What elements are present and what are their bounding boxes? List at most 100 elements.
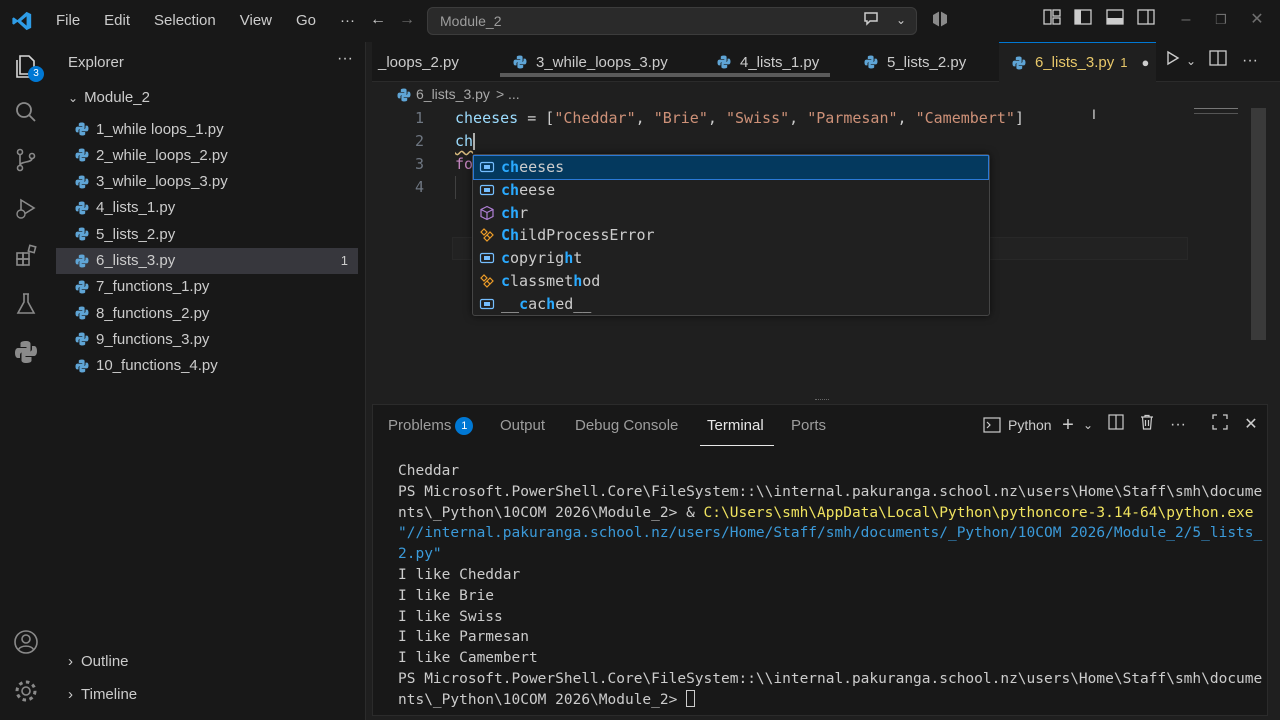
file-name: 4_lists_1.py [96,199,176,217]
indent-guide [455,176,456,199]
python-file-icon [512,54,528,70]
tab-debug-console[interactable]: Debug Console [575,417,678,434]
tab-lists-3[interactable]: 6_lists_3.py 1 ● [999,42,1156,82]
file-item[interactable]: 4_lists_1.py [56,195,358,221]
toggle-panel-icon[interactable] [1104,9,1126,31]
file-item[interactable]: 3_while_loops_3.py [56,169,358,195]
vscode-logo-icon [0,0,44,42]
unsaved-dot-icon[interactable]: ● [1141,55,1149,70]
file-item[interactable]: 1_while loops_1.py [56,116,358,142]
editor-scrollbar[interactable] [1251,108,1266,340]
file-item[interactable]: 2_while_loops_2.py [56,142,358,168]
terminal-line: nts\_Python\10COM 2026\Module_2> & C:\Us… [398,504,1254,521]
customize-layout-icon[interactable] [1041,9,1063,31]
line-number: 4 [414,178,424,196]
toggle-sidebar-icon[interactable] [1072,9,1094,31]
close-panel-icon[interactable]: ✕ [1240,414,1262,436]
line-number: 2 [414,132,424,150]
typed-token: ch [455,132,474,150]
search-icon[interactable] [0,88,52,136]
explorer-sidebar: Explorer ··· ⌄ Module_2 1_while loops_1.p… [52,42,366,720]
file-name: 9_functions_3.py [96,330,210,348]
variable-icon [479,298,495,309]
suggestion-item[interactable]: ch eese [474,179,988,202]
run-debug-icon[interactable] [0,184,52,232]
tab-scrollbar[interactable] [500,73,830,77]
menu-selection[interactable]: Selection [142,0,228,42]
testing-icon[interactable] [0,280,52,328]
restore-icon[interactable]: ❐ [1210,9,1232,31]
panel-more-icon[interactable]: ··· [1167,414,1189,436]
maximize-panel-icon[interactable] [1209,414,1231,436]
run-options-chevron-icon[interactable]: ⌄ [1180,50,1202,72]
file-item[interactable]: 9_functions_3.py [56,326,358,352]
editor-more-actions-icon[interactable]: ··· [1239,50,1261,72]
suggestion-item[interactable]: c lassmet h od [474,270,988,293]
file-item[interactable]: 7_functions_1.py [56,274,358,300]
file-item[interactable]: 10_functions_4.py [56,353,358,379]
python-icon[interactable] [0,328,52,376]
close-window-icon[interactable]: ✕ [1246,9,1268,31]
terminal-profile[interactable]: Python [983,417,1052,433]
menu-file[interactable]: File [44,0,92,42]
tab-ports[interactable]: Ports [791,417,826,434]
file-item[interactable]: 5_lists_2.py [56,221,358,247]
tab-problems[interactable]: Problems 1 [388,417,474,435]
terminal-line: I like Brie [398,587,495,604]
terminal-line: I like Swiss [398,608,503,625]
folder-header[interactable]: ⌄ Module_2 [68,89,150,106]
back-arrow-icon[interactable]: ← [367,9,389,31]
tab-output[interactable]: Output [500,417,545,434]
suggestion-item[interactable]: ch r [474,201,988,224]
python-file-icon [1011,55,1027,71]
chevron-right-icon: › [68,686,73,703]
python-file-icon [74,253,90,269]
file-item[interactable]: 6_lists_3.py 1 [56,247,358,274]
menu-edit[interactable]: Edit [92,0,142,42]
class-icon [480,273,494,288]
split-editor-icon[interactable] [1207,50,1229,72]
terminal-line: "//internal.pakuranga.school.nz/users/Ho… [398,525,1263,542]
tab-lists-2[interactable]: 5_lists_2.py [851,42,991,82]
command-center-search[interactable]: Module_2 [427,7,917,35]
terminal-dropdown-chevron-icon[interactable]: ⌄ [1077,414,1099,436]
text-ibeam-cursor-icon: I [1092,106,1096,122]
source-control-icon[interactable] [0,136,52,184]
file-problem-count: 1 [340,253,348,268]
suggestion-item[interactable]: ch eeses [473,155,989,180]
account-icon[interactable] [0,618,52,666]
extensions-icon[interactable] [0,232,52,280]
variable-token: cheeses [455,109,519,127]
breadcrumb: 6_lists_3.py > ... [396,86,520,102]
explorer-icon[interactable]: 3 [0,42,52,90]
terminal-icon [983,417,1001,433]
suggestion-item[interactable]: c opyrig h t [474,247,988,270]
suggestion-item[interactable]: __ c ac h ed__ [474,292,988,315]
tab-terminal[interactable]: Terminal [707,417,764,434]
minimap[interactable] [1194,108,1238,114]
menu-more-button[interactable]: ··· [328,0,367,42]
forward-arrow-icon[interactable]: → [396,9,418,31]
menu-go[interactable]: Go [284,0,328,42]
chevron-down-icon[interactable]: ⌄ [890,9,912,31]
file-item[interactable]: 8_functions_2.py [56,300,358,326]
new-terminal-plus-icon[interactable]: + [1057,414,1079,436]
timeline-section[interactable]: › Timeline [68,686,137,703]
suggestion-item[interactable]: Ch ildProcessError [474,224,988,247]
class-icon [480,228,494,243]
outline-section[interactable]: › Outline [68,653,129,670]
menu-view[interactable]: View [228,0,284,42]
copilot-chat-icon[interactable] [860,9,882,31]
split-terminal-icon[interactable] [1105,414,1127,436]
breadcrumb-file[interactable]: 6_lists_3.py [416,86,490,102]
toggle-secondary-sidebar-icon[interactable] [1135,9,1157,31]
sidebar-more-button[interactable]: ··· [337,50,353,68]
copilot-icon[interactable] [929,9,951,31]
settings-gear-icon[interactable] [0,667,52,715]
tab-while-loops-2[interactable]: _loops_2.py [372,42,496,82]
minimize-icon[interactable]: – [1175,9,1197,31]
breadcrumb-rest[interactable]: > ... [496,86,520,102]
panel-sash[interactable] [815,399,829,402]
file-name: 6_lists_3.py [96,252,176,269]
kill-terminal-trash-icon[interactable] [1136,414,1158,436]
